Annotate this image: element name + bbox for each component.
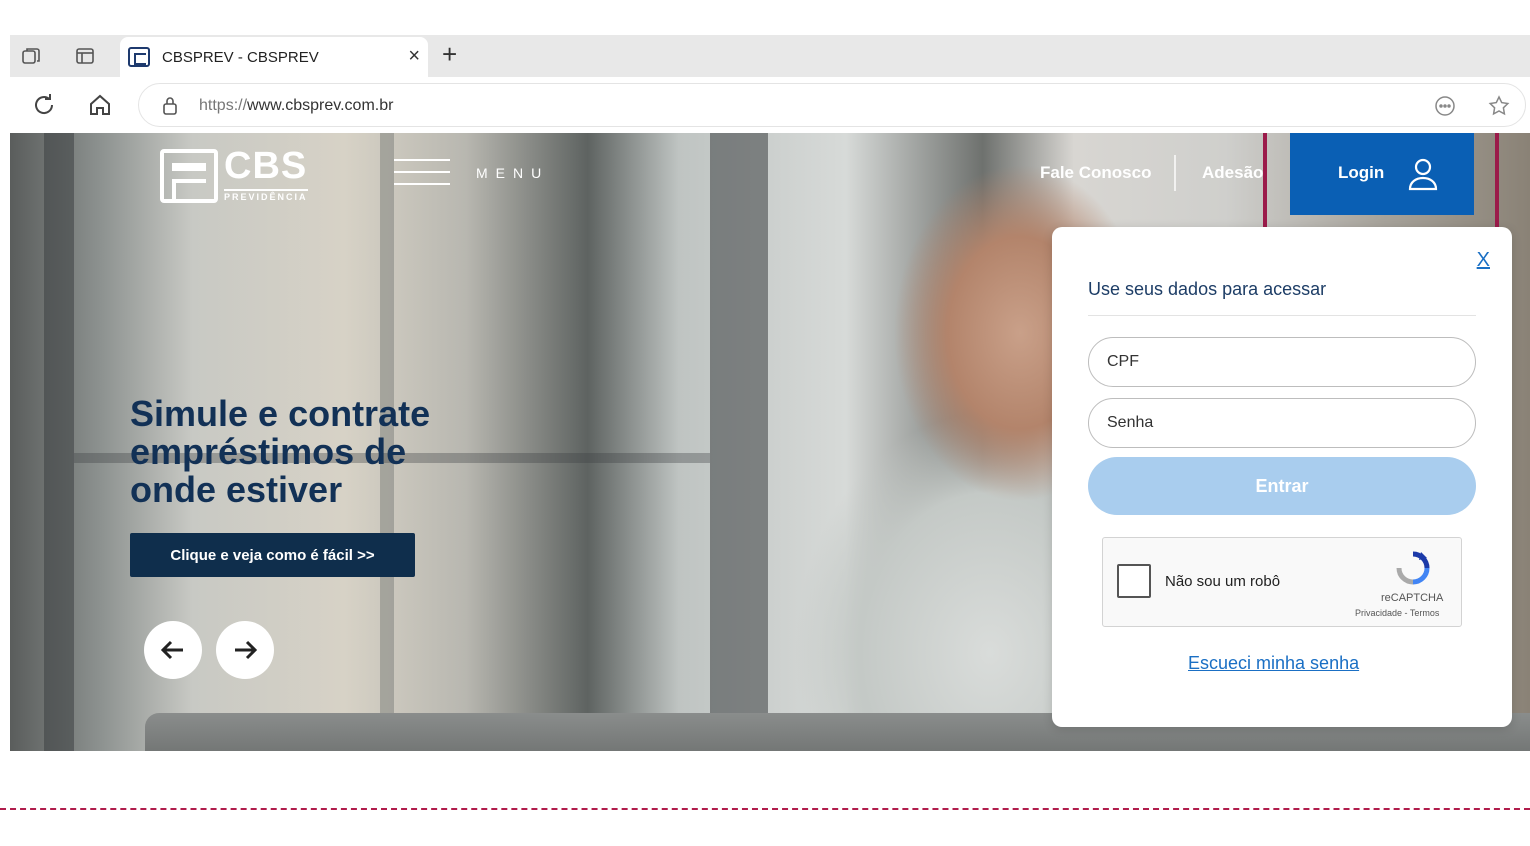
carousel-prev-button[interactable] (144, 621, 202, 679)
nav-link-contact[interactable]: Fale Conosco (1040, 163, 1151, 183)
enter-button[interactable]: Entrar (1088, 457, 1476, 515)
password-input[interactable] (1088, 398, 1476, 448)
url-text[interactable]: https://www.cbsprev.com.br (199, 97, 393, 115)
arrow-left-icon (160, 640, 183, 660)
cbs-logo-icon (160, 149, 218, 203)
menu-label[interactable]: MENU (476, 165, 549, 181)
hero-title: Simule e contrate empréstimos de onde es… (130, 393, 431, 510)
arrow-right-icon (235, 640, 258, 660)
forgot-password-link[interactable]: Escueci minha senha (1188, 653, 1359, 674)
carousel-next-button[interactable] (216, 621, 274, 679)
url-host: www.cbsprev.com.br (247, 97, 394, 114)
recaptcha-label: Não sou um robô (1165, 573, 1281, 590)
panel-divider (1088, 315, 1476, 316)
background-window-frame (44, 133, 74, 751)
recaptcha-checkbox[interactable] (1117, 564, 1151, 598)
close-tab-icon[interactable]: × (408, 45, 420, 68)
new-tab-button[interactable]: + (442, 39, 457, 70)
tab-title: CBSPREV - CBSPREV (162, 49, 319, 66)
cbs-logo[interactable]: CBS PREVIDÊNCIA (160, 145, 320, 205)
tab-actions-icon[interactable] (74, 45, 96, 67)
background-window-frame (710, 133, 768, 751)
home-icon[interactable] (86, 91, 114, 119)
reload-icon[interactable] (30, 91, 58, 119)
login-highlight-box (1263, 133, 1499, 231)
recaptcha-terms-link[interactable]: Privacidade - Termos (1355, 608, 1439, 618)
more-tools-icon[interactable] (1433, 94, 1457, 118)
lock-icon[interactable] (161, 96, 179, 116)
nav-divider (1174, 155, 1176, 191)
url-protocol: https:// (199, 97, 248, 114)
hamburger-menu-icon[interactable] (394, 159, 450, 185)
logo-text: CBS (224, 145, 308, 187)
tab-cbsprev[interactable]: CBSPREV - CBSPREV × (120, 37, 428, 77)
login-panel: X Use seus dados para acessar Entrar Não… (1052, 227, 1512, 727)
url-field[interactable]: https://www.cbsprev.com.br (138, 83, 1526, 127)
nav-link-adhesion[interactable]: Adesão (1202, 163, 1263, 183)
cpf-input[interactable] (1088, 337, 1476, 387)
login-panel-title: Use seus dados para acessar (1088, 279, 1327, 299)
favorite-star-icon[interactable] (1487, 94, 1511, 118)
dashed-divider (0, 808, 1530, 810)
site-favicon-icon (128, 47, 150, 67)
tab-bar: CBSPREV - CBSPREV × + (10, 35, 1530, 77)
address-bar: https://www.cbsprev.com.br (10, 77, 1530, 133)
website-page: CBS PREVIDÊNCIA MENU Fale Conosco Adesão… (10, 133, 1530, 751)
logo-subtitle: PREVIDÊNCIA (224, 189, 308, 202)
recaptcha-brand: reCAPTCHA (1381, 592, 1444, 604)
hero-cta-button[interactable]: Clique e veja como é fácil >> (130, 533, 415, 577)
browser-window: CBSPREV - CBSPREV × + https://www.cbspre… (10, 35, 1530, 751)
recaptcha-icon (1393, 548, 1433, 588)
recaptcha-widget: Não sou um robô reCAPTCHA Privacidade - … (1102, 537, 1462, 627)
workspaces-icon[interactable] (20, 45, 42, 67)
close-panel-button[interactable]: X (1477, 249, 1490, 272)
